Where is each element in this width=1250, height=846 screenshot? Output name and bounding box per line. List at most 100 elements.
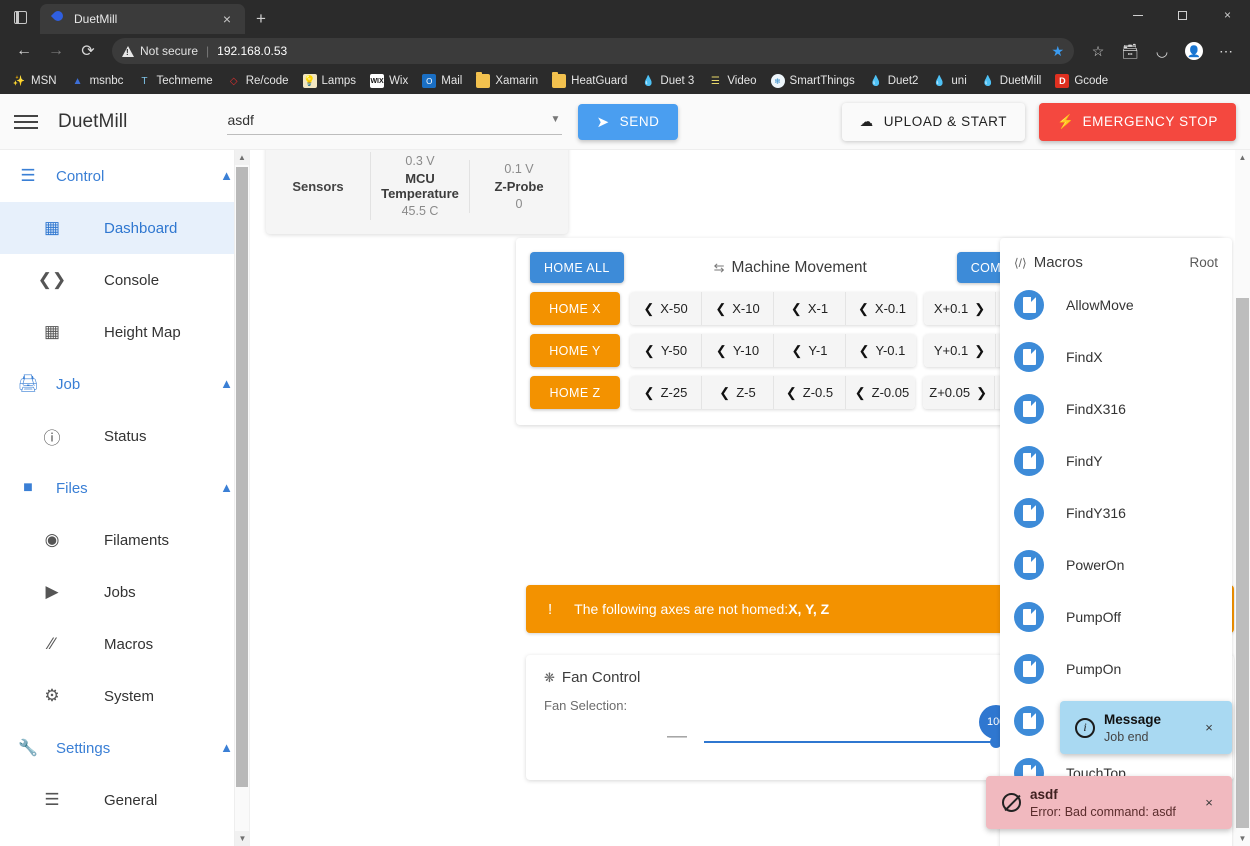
sidebar-group-control[interactable]: ☰ Control ▲ xyxy=(0,150,249,202)
jog-button[interactable]: Z+0.05 ❯ xyxy=(922,376,995,409)
file-icon xyxy=(1014,446,1044,476)
sidebar-item-macros[interactable]: ⁄⁄ Macros xyxy=(0,618,249,670)
bookmark-video[interactable]: ☰ Video xyxy=(702,72,762,90)
macro-item[interactable]: FindX316 xyxy=(1000,383,1232,435)
browser-tab[interactable]: DuetMill × xyxy=(40,4,245,34)
bookmark-uni[interactable]: 💧 uni xyxy=(926,72,972,90)
jog-button[interactable]: ❮ Y-1 xyxy=(774,334,846,367)
fan-selection-label: Fan Selection: xyxy=(544,698,628,713)
macro-item[interactable]: PumpOn xyxy=(1000,643,1232,695)
forward-icon[interactable]: → xyxy=(40,37,72,65)
lightning-icon: ⚡ xyxy=(1057,113,1075,129)
home-y-button[interactable]: HOME Y xyxy=(530,334,620,367)
bookmark-xamarin[interactable]: Xamarin xyxy=(470,72,544,90)
dashboard-icon: ▦ xyxy=(43,218,61,237)
bookmark-duetmill[interactable]: 💧 DuetMill xyxy=(975,72,1048,90)
jog-button[interactable]: ❮ Y-10 xyxy=(702,334,774,367)
new-tab-button[interactable]: + xyxy=(245,4,277,34)
sidebar-group-job[interactable]: 🖨 Job ▲ xyxy=(0,358,249,410)
scroll-up-icon[interactable]: ▲ xyxy=(235,150,249,165)
scroll-down-icon[interactable]: ▼ xyxy=(1235,831,1250,846)
jog-button[interactable]: ❮ X-1 xyxy=(774,292,846,325)
macro-item[interactable]: FindX xyxy=(1000,331,1232,383)
macro-item[interactable]: FindY316 xyxy=(1000,487,1232,539)
close-icon[interactable]: × xyxy=(215,11,239,27)
close-icon[interactable]: × xyxy=(1198,795,1220,810)
jog-button[interactable]: ❮ X-0.1 xyxy=(846,292,916,325)
jog-button[interactable]: ❮ X-50 xyxy=(630,292,702,325)
message-toast: i Message Job end × xyxy=(1060,701,1232,754)
star-filled-icon[interactable]: ★ xyxy=(1051,43,1064,60)
bookmark-msnbc[interactable]: ▲ msnbc xyxy=(65,72,130,90)
jog-button[interactable]: ❮ Z-5 xyxy=(702,376,774,409)
split-screen-icon[interactable]: ◡ xyxy=(1146,37,1178,65)
jog-button[interactable]: ❮ Z-25 xyxy=(630,376,702,409)
jog-button[interactable]: X+0.1 ❯ xyxy=(924,292,996,325)
sidebar-group-files[interactable]: ■ Files ▲ xyxy=(0,462,249,514)
bookmark-wix[interactable]: WIX Wix xyxy=(364,72,414,90)
tab-actions-icon[interactable] xyxy=(0,0,40,34)
sidebar-item-dashboard[interactable]: ▦ Dashboard xyxy=(0,202,249,254)
address-bar[interactable]: Not secure | 192.168.0.53 ★ xyxy=(112,38,1074,64)
home-z-button[interactable]: HOME Z xyxy=(530,376,620,409)
bookmark-duet3[interactable]: 💧 Duet 3 xyxy=(635,72,700,90)
jog-button[interactable]: ❮ X-10 xyxy=(702,292,774,325)
bookmark-gcode[interactable]: D Gcode xyxy=(1049,72,1114,90)
bookmark-lamps[interactable]: 💡 Lamps xyxy=(297,72,363,90)
bookmark-techmeme[interactable]: T Techmeme xyxy=(131,72,218,90)
bookmark-smartthings[interactable]: ❄ SmartThings xyxy=(765,72,861,90)
close-icon[interactable]: × xyxy=(1198,720,1220,735)
page-scrollbar[interactable]: ▲ ▼ xyxy=(1235,150,1250,846)
macro-item[interactable]: FindY xyxy=(1000,435,1232,487)
home-all-button[interactable]: HOME ALL xyxy=(530,252,624,283)
bookmark-heatguard[interactable]: HeatGuard xyxy=(546,72,633,90)
home-x-button[interactable]: HOME X xyxy=(530,292,620,325)
macro-item[interactable]: PowerOn xyxy=(1000,539,1232,591)
reload-icon[interactable]: ⟳ xyxy=(72,37,104,65)
sidebar-scrollbar[interactable]: ▲ ▼ xyxy=(234,150,249,846)
upload-start-button[interactable]: ☁ UPLOAD & START xyxy=(841,102,1026,141)
send-button[interactable]: ➤ SEND xyxy=(578,103,678,140)
scroll-up-icon[interactable]: ▲ xyxy=(1235,150,1250,165)
bookmark-mail[interactable]: O Mail xyxy=(416,72,468,90)
jog-button[interactable]: Y+0.1 ❯ xyxy=(924,334,996,367)
macro-item[interactable]: PumpOff xyxy=(1000,591,1232,643)
sidebar-item-label: Filaments xyxy=(104,531,170,549)
sidebar-item-status[interactable]: ⓘ Status xyxy=(0,410,249,462)
scroll-down-icon[interactable]: ▼ xyxy=(235,831,249,846)
minimize-icon[interactable] xyxy=(1115,0,1160,30)
emergency-stop-button[interactable]: ⚡ EMERGENCY STOP xyxy=(1039,102,1236,141)
bookmark-duet2[interactable]: 💧 Duet2 xyxy=(863,72,925,90)
file-icon xyxy=(1014,550,1044,580)
macro-item[interactable]: AllowMove xyxy=(1000,279,1232,331)
sidebar-group-settings[interactable]: 🔧 Settings ▲ xyxy=(0,722,249,774)
scrollbar-thumb[interactable] xyxy=(236,167,248,787)
maximize-icon[interactable] xyxy=(1160,0,1205,30)
close-icon[interactable]: × xyxy=(1205,0,1250,30)
chevron-down-icon[interactable]: ▼ xyxy=(551,114,561,125)
sidebar-item-filaments[interactable]: ◉ Filaments xyxy=(0,514,249,566)
jog-button[interactable]: ❮ Z-0.5 xyxy=(774,376,846,409)
sidebar-item-jobs[interactable]: ▶ Jobs xyxy=(0,566,249,618)
more-icon[interactable]: ⋯ xyxy=(1210,37,1242,65)
jog-button[interactable]: ❮ Y-0.1 xyxy=(846,334,916,367)
scrollbar-thumb[interactable] xyxy=(1236,298,1249,828)
jog-button[interactable]: ❮ Y-50 xyxy=(630,334,702,367)
favorites-icon[interactable]: ☆ xyxy=(1082,37,1114,65)
sidebar-item-height-map[interactable]: ▦ Height Map xyxy=(0,306,249,358)
bookmark-recode[interactable]: ◇ Re/code xyxy=(221,72,295,90)
profile-icon[interactable]: 👤 xyxy=(1178,37,1210,65)
fan-decrease-button[interactable]: — xyxy=(664,725,690,748)
command-input[interactable] xyxy=(227,108,563,135)
back-icon[interactable]: ← xyxy=(8,37,40,65)
macros-root-breadcrumb[interactable]: Root xyxy=(1189,255,1218,270)
jog-button[interactable]: ❮ Z-0.05 xyxy=(846,376,915,409)
bookmark-label: SmartThings xyxy=(789,75,855,87)
sidebar-item-general[interactable]: ☰ General xyxy=(0,774,249,826)
sidebar-item-system[interactable]: ⚙ System xyxy=(0,670,249,722)
bookmark-msn[interactable]: ✨ MSN xyxy=(6,72,63,90)
fan-speed-slider[interactable]: 100 xyxy=(704,697,1021,753)
hamburger-icon[interactable] xyxy=(14,114,40,129)
sidebar-item-console[interactable]: ❮❯ Console xyxy=(0,254,249,306)
collections-icon[interactable]: 🗃 xyxy=(1114,37,1146,65)
